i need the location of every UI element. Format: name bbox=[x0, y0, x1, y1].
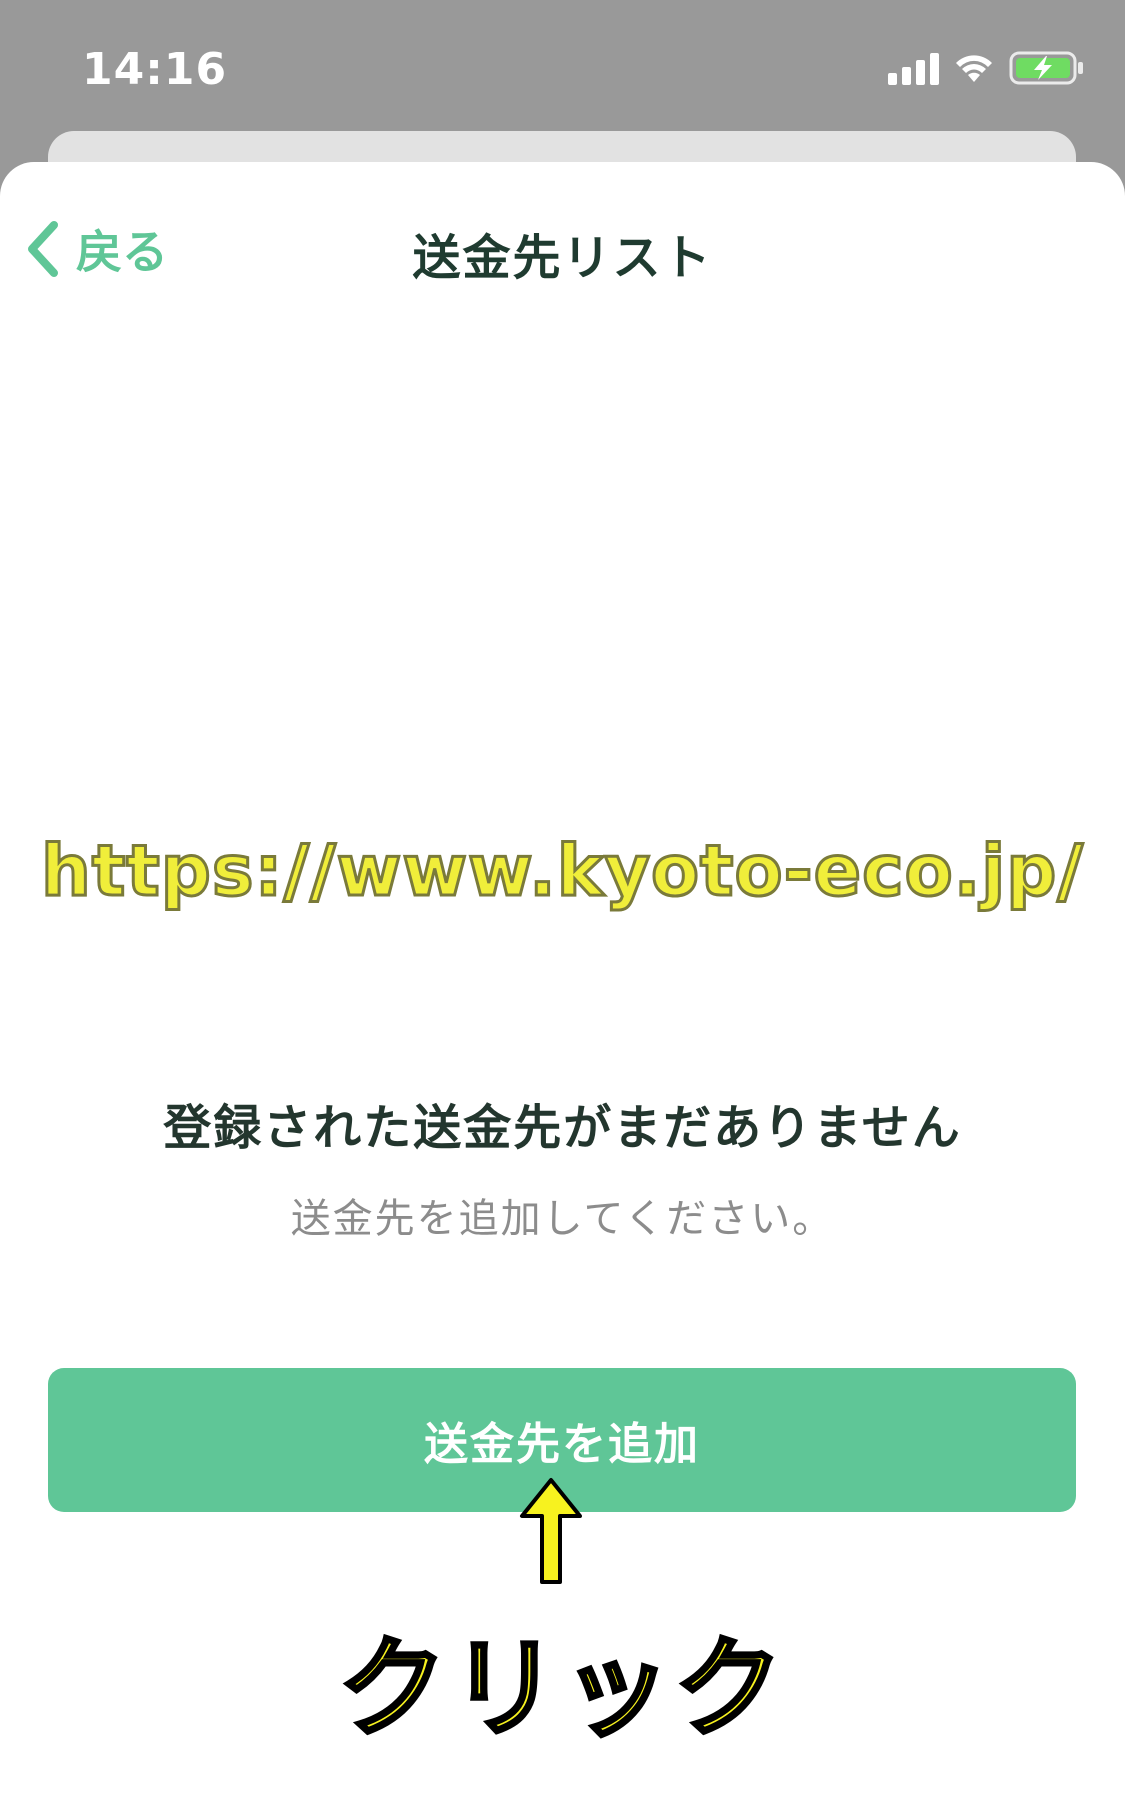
add-recipient-button-label: 送金先を追加 bbox=[424, 1419, 700, 1470]
empty-state-title: 登録された送金先がまだありません bbox=[163, 1100, 962, 1156]
status-icons bbox=[888, 50, 1085, 86]
url-watermark: https://www.kyoto-eco.jp/ bbox=[40, 829, 1085, 914]
battery-charging-icon bbox=[1009, 51, 1083, 85]
empty-state-subtitle: 送金先を追加してください。 bbox=[290, 1196, 835, 1242]
nav-bar: 戻る 送金先リスト bbox=[0, 162, 1125, 332]
page-title: 送金先リスト bbox=[412, 230, 713, 286]
status-time: 14:16 bbox=[82, 44, 228, 95]
arrow-up-icon bbox=[520, 1478, 582, 1584]
signal-icon bbox=[888, 51, 939, 85]
recipient-list-sheet: 戻る 送金先リスト https://www.kyoto-eco.jp/ 登録され… bbox=[0, 162, 1125, 1798]
status-bar: 14:16 bbox=[0, 0, 1125, 150]
wifi-icon bbox=[956, 55, 992, 82]
click-annotation: クリック bbox=[336, 1625, 787, 1754]
